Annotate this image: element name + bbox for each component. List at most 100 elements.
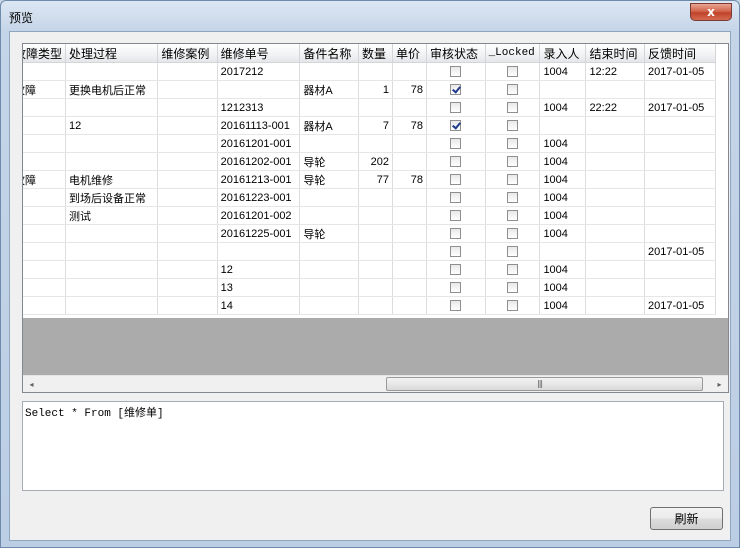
audit-status-cell[interactable] [426,242,486,261]
column-header[interactable]: _Locked [485,44,541,63]
table-cell[interactable] [585,134,646,153]
table-cell[interactable]: 20161213-001 [217,170,301,189]
locked-cell[interactable] [485,98,541,117]
locked-checkbox[interactable] [507,84,518,96]
audit-checkbox[interactable] [450,264,462,276]
table-cell[interactable]: 导轮 [299,224,359,243]
table-cell[interactable] [157,206,218,225]
table-cell[interactable]: 1004 [539,206,587,225]
table-cell[interactable] [23,152,67,171]
table-cell[interactable] [65,134,159,153]
table-cell[interactable] [644,80,716,99]
audit-checkbox[interactable] [450,210,462,222]
audit-status-cell[interactable] [426,224,486,243]
table-cell[interactable] [157,170,218,189]
table-cell[interactable] [585,260,646,279]
table-cell[interactable] [299,206,359,225]
table-cell[interactable] [65,152,159,171]
audit-status-cell[interactable] [426,278,486,297]
table-cell[interactable] [23,206,67,225]
table-cell[interactable]: 2017-01-05 [644,242,716,261]
table-row[interactable]: 20161201-001 1004 [23,134,716,153]
table-cell[interactable] [585,152,646,171]
table-cell[interactable]: 13 [217,278,301,297]
table-cell[interactable] [23,116,67,135]
column-header[interactable]: 录入人 [539,44,587,63]
locked-cell[interactable] [485,62,541,81]
table-cell[interactable]: 22:22 [585,98,646,117]
table-cell[interactable]: 电机维修 [65,170,159,189]
table-cell[interactable] [358,296,393,315]
locked-checkbox[interactable] [507,246,518,258]
table-cell[interactable]: 20161223-001 [217,188,301,207]
audit-status-cell[interactable] [426,260,486,279]
column-header[interactable]: 审核状态 [426,44,486,63]
locked-checkbox[interactable] [507,282,518,294]
table-cell[interactable] [392,296,427,315]
table-cell[interactable]: 1004 [539,152,587,171]
table-cell[interactable]: 77 [358,170,393,189]
table-cell[interactable] [539,242,587,261]
table-cell[interactable] [299,62,359,81]
locked-checkbox[interactable] [507,174,518,186]
table-row[interactable]: 20161225-001 导轮 1004 [23,224,716,243]
locked-cell[interactable] [485,206,541,225]
table-cell[interactable] [358,134,393,153]
table-row[interactable]: 12 1004 [23,260,716,279]
table-cell[interactable]: 202 [358,152,393,171]
table-cell[interactable] [358,206,393,225]
scroll-right-icon[interactable]: ▸ [711,376,728,392]
table-cell[interactable] [217,80,301,99]
locked-cell[interactable] [485,278,541,297]
locked-checkbox[interactable] [507,66,518,78]
audit-checkbox[interactable] [450,192,462,204]
locked-checkbox[interactable] [507,192,518,204]
table-cell[interactable]: 20161225-001 [217,224,301,243]
locked-cell[interactable] [485,80,541,99]
table-cell[interactable]: 器材A [299,80,359,99]
locked-checkbox[interactable] [507,138,518,150]
audit-checkbox[interactable] [450,246,462,258]
table-cell[interactable] [65,242,159,261]
table-cell[interactable]: 20161201-001 [217,134,301,153]
table-cell[interactable] [157,62,218,81]
table-cell[interactable]: 20161201-002 [217,206,301,225]
table-cell[interactable] [585,80,646,99]
table-cell[interactable] [157,224,218,243]
table-cell[interactable] [157,116,218,135]
table-cell[interactable] [585,296,646,315]
audit-checkbox[interactable] [450,156,462,168]
audit-checkbox[interactable] [450,300,462,312]
table-cell[interactable] [585,188,646,207]
audit-checkbox[interactable] [450,174,462,186]
column-header[interactable]: 故障类型 [23,44,67,63]
table-cell[interactable] [157,98,218,117]
table-cell[interactable]: 导轮 [299,152,359,171]
table-cell[interactable] [157,260,218,279]
table-cell[interactable]: 78 [392,80,427,99]
table-cell[interactable] [585,278,646,297]
table-cell[interactable] [392,260,427,279]
table-cell[interactable] [392,278,427,297]
table-cell[interactable] [392,242,427,261]
table-cell[interactable]: 1004 [539,296,587,315]
title-bar[interactable]: 预览 x [1,1,739,31]
table-cell[interactable]: 2017-01-05 [644,98,716,117]
table-cell[interactable] [65,62,159,81]
table-row[interactable]: 测试 20161201-002 1004 [23,206,716,225]
column-header[interactable]: 数量 [358,44,393,63]
audit-status-cell[interactable] [426,206,486,225]
column-header[interactable]: 处理过程 [65,44,159,63]
table-cell[interactable] [299,98,359,117]
column-header[interactable]: 维修单号 [217,44,301,63]
table-cell[interactable] [358,278,393,297]
table-cell[interactable]: 78 [392,116,427,135]
column-header[interactable]: 结束时间 [585,44,646,63]
table-cell[interactable] [392,98,427,117]
audit-status-cell[interactable] [426,188,486,207]
audit-checkbox[interactable] [450,84,462,96]
table-cell[interactable] [392,206,427,225]
table-cell[interactable]: 1004 [539,260,587,279]
table-cell[interactable] [65,224,159,243]
audit-checkbox[interactable] [450,282,462,294]
